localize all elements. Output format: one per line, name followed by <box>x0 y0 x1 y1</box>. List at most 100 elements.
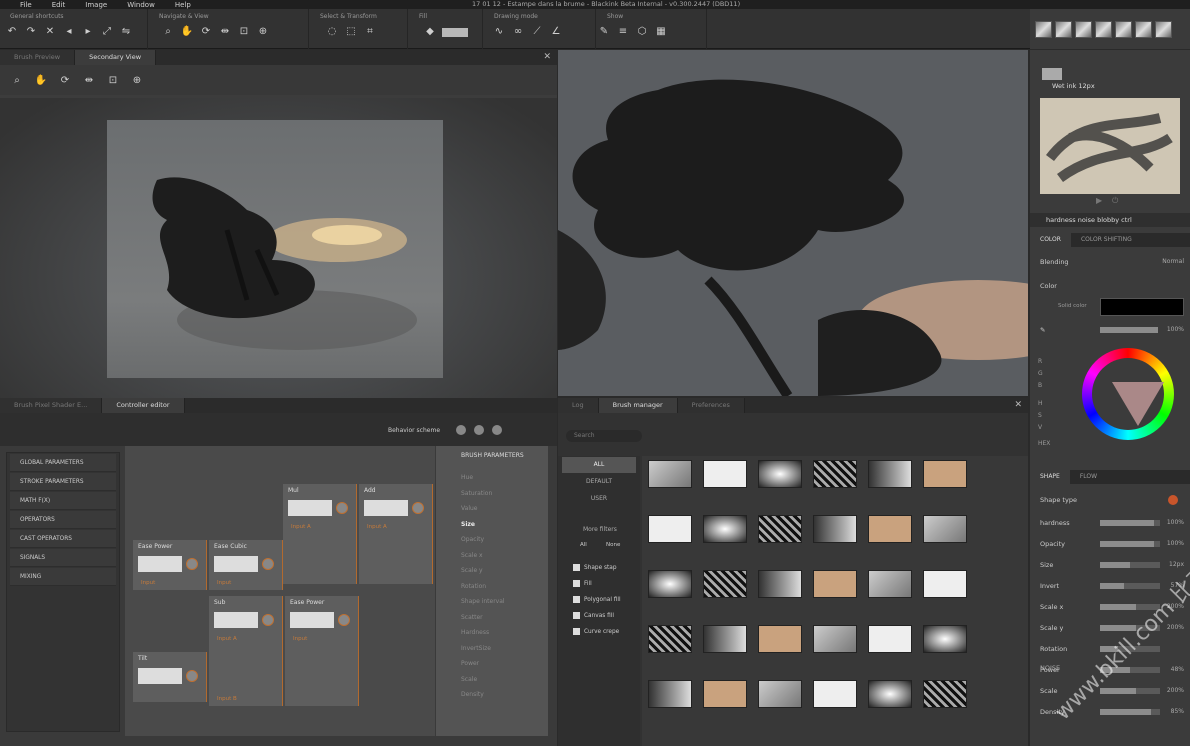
clear-icon[interactable]: ✕ <box>43 26 57 38</box>
brush-tile[interactable] <box>813 680 857 708</box>
cat-cast[interactable]: CAST OPERATORS <box>10 530 116 548</box>
brush-tile[interactable] <box>758 570 802 598</box>
knob[interactable] <box>338 614 350 626</box>
brush-param-item[interactable]: Size <box>461 521 475 528</box>
brush-param-item[interactable]: Opacity <box>461 536 484 543</box>
brush-slot[interactable] <box>1075 20 1092 38</box>
crop-icon[interactable]: ⌗ <box>363 26 377 38</box>
brush-tile[interactable] <box>813 515 857 543</box>
color-swatch[interactable] <box>1100 298 1184 316</box>
brush-tile[interactable] <box>868 680 912 708</box>
cat-signals[interactable]: SIGNALS <box>10 549 116 567</box>
filter-curve[interactable]: Curve crepe <box>573 628 619 635</box>
knob[interactable] <box>262 614 274 626</box>
brush-tile[interactable] <box>868 570 912 598</box>
cat-default[interactable]: DEFAULT <box>562 474 636 490</box>
knob[interactable] <box>186 558 198 570</box>
fit-icon[interactable]: ⊡ <box>237 26 251 38</box>
param-slider[interactable] <box>1100 583 1160 589</box>
cat-global[interactable]: GLOBAL PARAMETERS <box>10 454 116 472</box>
brush-param-item[interactable]: Hardness <box>461 629 489 636</box>
brush-param-item[interactable]: Scatter <box>461 614 483 621</box>
rotate-icon[interactable]: ⟳ <box>58 75 72 87</box>
flip-icon[interactable]: ⤢ <box>100 26 114 38</box>
brush-param-item[interactable]: Hue <box>461 474 473 481</box>
color-wheel[interactable] <box>1082 348 1174 440</box>
mirror-icon[interactable]: ⇋ <box>119 26 133 38</box>
param-row[interactable]: Opacity 100% <box>1030 536 1190 552</box>
fill-swatch[interactable] <box>442 28 468 37</box>
color-triangle[interactable] <box>1112 382 1164 426</box>
brush-tile[interactable] <box>813 570 857 598</box>
fit-icon[interactable]: ⊡ <box>106 75 120 87</box>
brush-param-item[interactable]: Scale x <box>461 552 483 559</box>
brush-tile[interactable] <box>648 460 692 488</box>
eyedropper-icon[interactable]: ✎ <box>1040 326 1045 334</box>
param-row[interactable]: Size 12px <box>1030 557 1190 573</box>
brush-tile[interactable] <box>923 515 967 543</box>
tab-color[interactable]: COLOR <box>1030 233 1071 247</box>
brush-param-item[interactable]: Scale <box>461 676 477 683</box>
tab-pixel-shader[interactable]: Brush Pixel Shader E... <box>0 398 103 413</box>
stroke-icon[interactable]: ≡ <box>616 26 630 38</box>
cat-stroke[interactable]: STROKE PARAMETERS <box>10 473 116 491</box>
line-icon[interactable]: ⟋ <box>530 26 544 38</box>
close-icon[interactable]: ✕ <box>543 52 551 62</box>
brush-tile[interactable] <box>703 515 747 543</box>
filter-shape-stap[interactable]: Shape stap <box>573 564 617 571</box>
brush-param-item[interactable]: InvertSize <box>461 645 491 652</box>
menu-edit[interactable]: Edit <box>52 1 66 9</box>
brush-tile[interactable] <box>868 625 912 653</box>
rect-select-icon[interactable]: ⬚ <box>344 26 358 38</box>
next-icon[interactable]: ▸ <box>81 26 95 38</box>
brush-tile[interactable] <box>648 570 692 598</box>
tab-controller-editor[interactable]: Controller editor <box>102 398 185 413</box>
brush-param-item[interactable]: Shape interval <box>461 598 505 605</box>
brush-param-item[interactable]: Value <box>461 505 477 512</box>
param-slider[interactable] <box>1100 562 1160 568</box>
brush-param-item[interactable]: Power <box>461 660 479 667</box>
tab-secondary-view[interactable]: Secondary View <box>75 50 157 65</box>
node-mul[interactable]: Mul Input A <box>283 484 357 584</box>
knob[interactable] <box>262 558 274 570</box>
brush-param-item[interactable]: Density <box>461 691 484 698</box>
fill-icon[interactable]: ◆ <box>423 26 437 38</box>
lasso-icon[interactable]: ◌ <box>325 26 339 38</box>
brush-param-item[interactable]: Rotation <box>461 583 486 590</box>
filter-fill[interactable]: Fill <box>573 580 592 587</box>
menu-image[interactable]: Image <box>85 1 107 9</box>
brush-tile[interactable] <box>648 680 692 708</box>
cat-operators[interactable]: OPERATORS <box>10 511 116 529</box>
node-graph[interactable]: Mul Input A Add Input A Ease Power Input Ea… <box>125 446 435 736</box>
node-add[interactable]: Add Input A <box>359 484 433 584</box>
node-sub[interactable]: Sub Input A Input B <box>209 596 283 706</box>
cat-mixing[interactable]: MIXING <box>10 568 116 586</box>
node-tilt[interactable]: Tilt <box>133 652 207 702</box>
scheme-button[interactable] <box>456 425 466 435</box>
blending-row[interactable]: Blending Normal <box>1030 254 1190 270</box>
play-icon[interactable]: ▶ <box>1096 196 1102 205</box>
hand-icon[interactable]: ✋ <box>34 75 48 87</box>
tab-shape[interactable]: SHAPE <box>1030 470 1070 484</box>
filter-all[interactable]: All <box>580 542 587 548</box>
cat-user[interactable]: USER <box>562 491 636 507</box>
tab-preferences[interactable]: Preferences <box>677 398 745 413</box>
brush-slot[interactable] <box>1035 20 1052 38</box>
brush-tile[interactable] <box>923 460 967 488</box>
hand-icon[interactable]: ✋ <box>180 26 194 38</box>
menu-window[interactable]: Window <box>127 1 155 9</box>
redo-icon[interactable]: ↷ <box>24 26 38 38</box>
shape-type-row[interactable]: Shape type <box>1030 492 1190 508</box>
brush-tile[interactable] <box>758 460 802 488</box>
brush-tile[interactable] <box>758 680 802 708</box>
tab-brush-preview[interactable]: Brush Preview <box>0 50 76 65</box>
color-section[interactable]: Color <box>1030 278 1190 294</box>
brush-slot[interactable] <box>1115 20 1132 38</box>
knob[interactable] <box>336 502 348 514</box>
cat-math[interactable]: MATH F(X) <box>10 492 116 510</box>
brush-tile[interactable] <box>703 680 747 708</box>
brush-tile[interactable] <box>813 460 857 488</box>
flip-h-icon[interactable]: ⇹ <box>218 26 232 38</box>
node-ease-power-2[interactable]: Ease Power Input <box>285 596 359 706</box>
prev-icon[interactable]: ◂ <box>62 26 76 38</box>
